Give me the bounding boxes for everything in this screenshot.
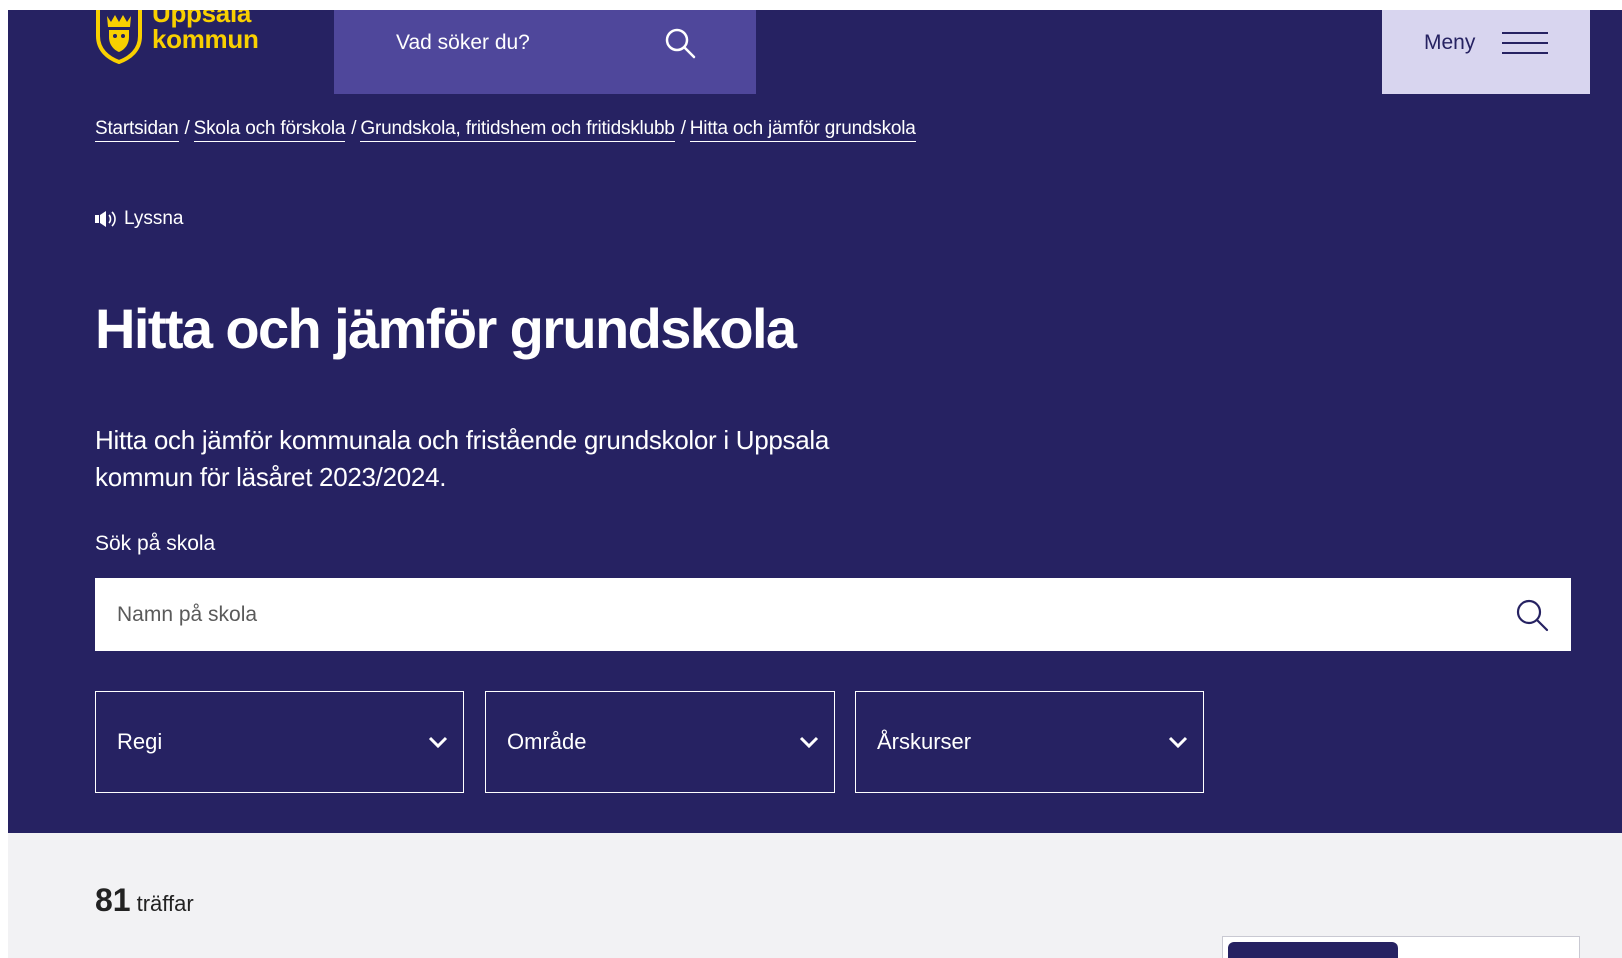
- page-title: Hitta och jämför grundskola: [95, 297, 797, 360]
- logo-wordmark: Uppsala kommun: [152, 10, 259, 52]
- search-icon: [665, 28, 696, 59]
- page-intro: Hitta och jämför kommunala och friståend…: [95, 425, 830, 492]
- filter-arskurser-label: Årskurser: [877, 729, 972, 754]
- filter-regi-label: Regi: [117, 729, 163, 754]
- header-search-label: Vad söker du?: [396, 31, 530, 54]
- listen-button[interactable]: Lyssna: [95, 208, 184, 230]
- filter-regi[interactable]: Regi: [95, 691, 464, 793]
- breadcrumb-link-current[interactable]: Hitta och jämför grundskola: [689, 118, 916, 142]
- school-search-input[interactable]: [117, 602, 1417, 627]
- results-label: träffar: [136, 891, 194, 916]
- menu-label: Meny: [1424, 31, 1476, 54]
- breadcrumb-separator: /: [184, 118, 190, 139]
- site-logo[interactable]: Uppsala kommun: [94, 10, 259, 70]
- hero-section: Uppsala kommun Vad söker du? Meny Starts…: [8, 10, 1622, 833]
- breadcrumb-separator: /: [351, 118, 357, 139]
- view-toggle-tab[interactable]: [1228, 942, 1398, 958]
- school-search-label: Sök på skola: [95, 532, 216, 555]
- results-number: 81: [95, 882, 131, 918]
- speaker-icon: [95, 211, 116, 227]
- view-toggle-panel: [1222, 936, 1580, 958]
- breadcrumb-separator: /: [680, 118, 686, 139]
- breadcrumb: Startsidan / Skola och förskola / Grunds…: [95, 118, 916, 142]
- chevron-down-icon: [1168, 736, 1188, 749]
- hamburger-icon: [1502, 32, 1548, 54]
- header-search-button[interactable]: Vad söker du?: [334, 10, 756, 94]
- logo-line-2: kommun: [152, 24, 259, 54]
- crown-shield-icon: [96, 10, 142, 64]
- school-search-box: [95, 578, 1571, 651]
- filter-arskurser[interactable]: Årskurser: [855, 691, 1204, 793]
- results-count: 81 träffar: [95, 882, 194, 919]
- breadcrumb-link-start[interactable]: Startsidan: [95, 118, 179, 142]
- menu-button[interactable]: Meny: [1382, 10, 1590, 94]
- search-submit-icon[interactable]: [1515, 598, 1549, 632]
- breadcrumb-link-school[interactable]: Skola och förskola: [193, 118, 345, 142]
- filter-omrade[interactable]: Område: [485, 691, 835, 793]
- chevron-down-icon: [799, 736, 819, 749]
- breadcrumb-link-primary-school[interactable]: Grundskola, fritidshem och fritidsklubb: [360, 118, 675, 142]
- filter-omrade-label: Område: [507, 729, 587, 754]
- page-frame: Uppsala kommun Vad söker du? Meny Starts…: [8, 10, 1622, 958]
- listen-label: Lyssna: [124, 208, 184, 229]
- chevron-down-icon: [428, 736, 448, 749]
